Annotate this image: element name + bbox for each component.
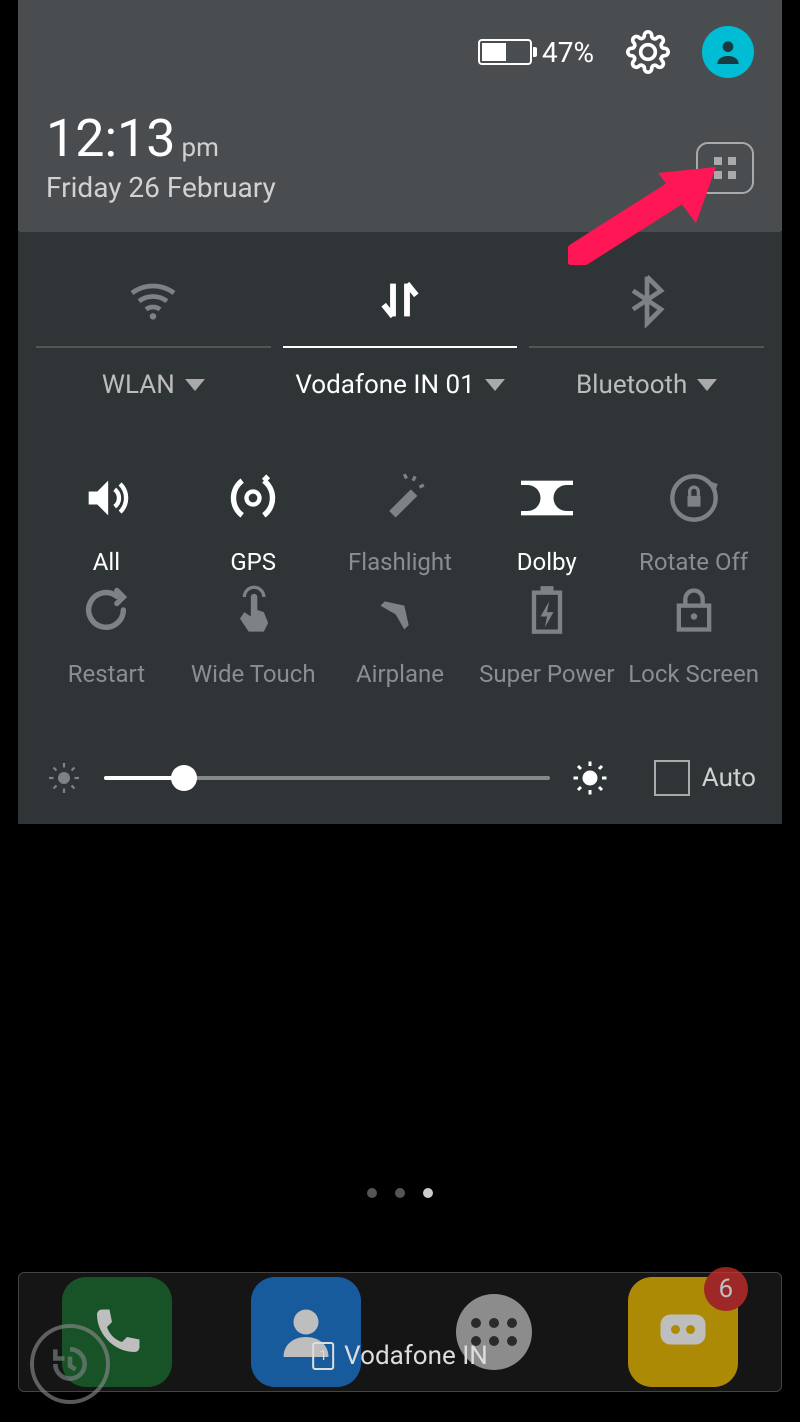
notification-panel: 47% 12:13pm Friday 26 February [18, 0, 782, 824]
chevron-down-icon [485, 379, 505, 391]
restart-icon [80, 584, 132, 636]
battery-percent: 47% [542, 36, 594, 69]
dock: 6 1 Vodafone IN [18, 1272, 782, 1392]
battery-indicator: 47% [478, 36, 594, 69]
bluetooth-icon [619, 272, 675, 328]
restart-tile[interactable]: Restart [36, 582, 177, 688]
panel-header: 47% 12:13pm Friday 26 February [18, 0, 782, 232]
airplane-tile[interactable]: Airplane [330, 582, 471, 688]
chevron-down-icon [185, 379, 205, 391]
dolby-tile[interactable]: Dolby [476, 470, 617, 576]
profile-button[interactable] [702, 26, 754, 78]
unread-badge: 6 [704, 1267, 748, 1311]
data-tile[interactable]: Vodafone IN 01 [283, 272, 518, 400]
bluetooth-label: Bluetooth [576, 370, 687, 400]
data-label: Vodafone IN 01 [295, 370, 474, 400]
brightness-slider[interactable] [104, 776, 550, 780]
wlan-label: WLAN [102, 370, 175, 400]
brightness-high-icon [570, 758, 610, 798]
time-text: 12:13 [46, 108, 176, 169]
lockscreen-tile[interactable]: Lock Screen [623, 582, 764, 688]
flashlight-tile[interactable]: Flashlight [330, 470, 471, 576]
dock-messages-app[interactable]: 6 [628, 1277, 738, 1387]
wlan-tile[interactable]: WLAN [36, 272, 271, 400]
brightness-row: Auto [36, 758, 764, 798]
battery-icon [478, 39, 532, 65]
gps-tile[interactable]: GPS [183, 470, 324, 576]
widetouch-tile[interactable]: Wide Touch [183, 582, 324, 688]
data-arrows-icon [372, 272, 428, 328]
airplane-icon [374, 584, 426, 636]
rotate-tile[interactable]: Rotate Off [623, 470, 764, 576]
grid-icon [714, 157, 736, 179]
wifi-icon [125, 272, 181, 328]
touch-icon [227, 584, 279, 636]
rotate-lock-icon [668, 472, 720, 524]
history-icon [48, 1342, 92, 1386]
battery-bolt-icon [521, 584, 573, 636]
settings-button[interactable] [624, 28, 672, 76]
person-icon [712, 36, 744, 68]
quick-settings: WLAN Vodafone IN 01 Bluetooth All GPS [18, 232, 782, 824]
clock-area[interactable]: 12:13pm Friday 26 February [46, 108, 276, 204]
gps-icon [227, 472, 279, 524]
auto-label: Auto [702, 763, 756, 793]
recents-overlay-button[interactable] [30, 1324, 110, 1404]
message-icon [653, 1302, 713, 1362]
chevron-down-icon [697, 379, 717, 391]
checkbox-icon [654, 760, 690, 796]
dolby-icon [521, 472, 573, 524]
brightness-low-icon [44, 758, 84, 798]
carrier-label: 1 Vodafone IN [312, 1341, 488, 1371]
flashlight-icon [374, 472, 426, 524]
date-text: Friday 26 February [46, 171, 276, 204]
sim-icon: 1 [312, 1342, 334, 1370]
bluetooth-tile[interactable]: Bluetooth [529, 272, 764, 400]
gear-icon [626, 30, 670, 74]
volume-icon [80, 472, 132, 524]
ampm-text: pm [182, 133, 219, 163]
homescreen-page-indicator [367, 1188, 433, 1198]
auto-brightness-toggle[interactable]: Auto [654, 760, 756, 796]
superpower-tile[interactable]: Super Power [476, 582, 617, 688]
edit-tiles-button[interactable] [696, 142, 754, 194]
lock-icon [668, 584, 720, 636]
sound-tile[interactable]: All [36, 470, 177, 576]
